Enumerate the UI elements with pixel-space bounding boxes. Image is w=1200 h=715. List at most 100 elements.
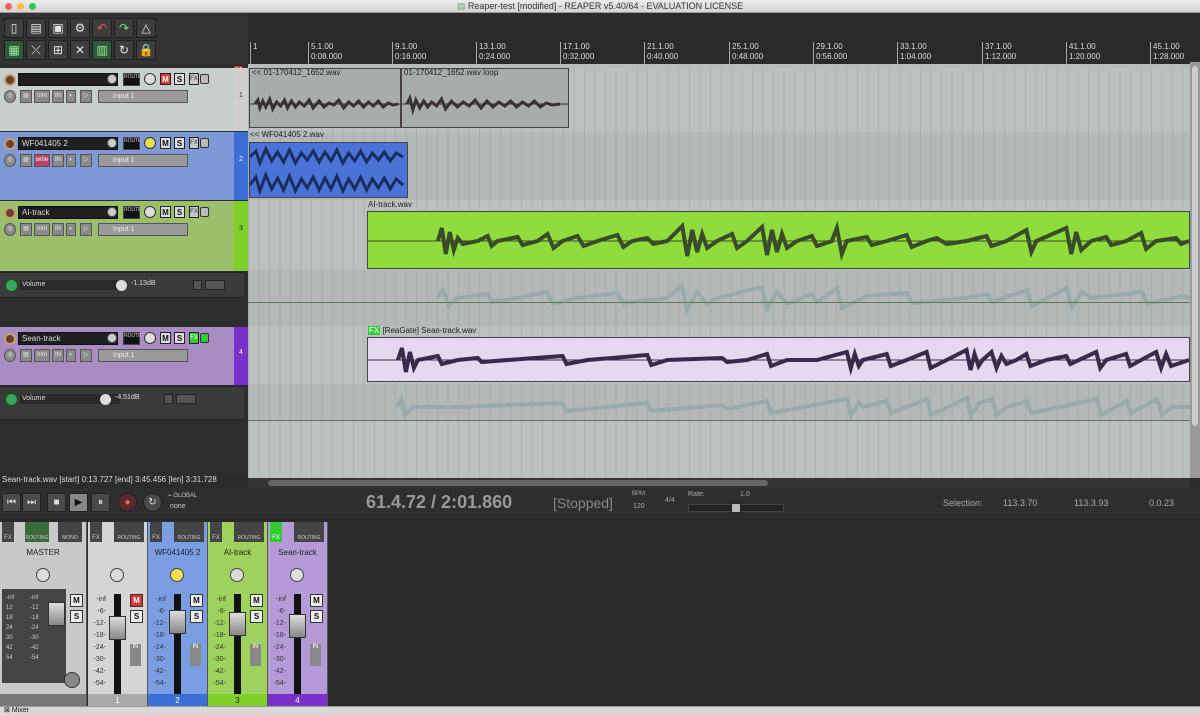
volume-fader[interactable]	[234, 594, 241, 694]
redo-icon[interactable]: ↷	[114, 18, 134, 38]
envelope-active-button[interactable]	[6, 394, 17, 405]
routing-button[interactable]: ROUTING	[25, 522, 49, 542]
timeline-ruler[interactable]: 1 5.1.00 0:08.000 9.1.00 0:16.000 13.1.00 0…	[248, 38, 1200, 64]
undo-icon[interactable]: ↶	[92, 18, 112, 38]
envelope-button[interactable]: ▤	[20, 90, 32, 103]
ripple-icon[interactable]: ⤫	[26, 40, 46, 60]
monitor-arrow-icon[interactable]: ▷	[80, 154, 92, 167]
mute-button[interactable]: M	[70, 594, 83, 607]
selection-end[interactable]: 113.3.93	[1074, 498, 1108, 508]
phase-button[interactable]: ◐	[66, 223, 76, 236]
volume-fader-thumb[interactable]	[109, 616, 126, 640]
fx-button[interactable]: FX	[270, 522, 282, 542]
rate-slider-thumb[interactable]	[731, 503, 741, 513]
volume-fader-thumb[interactable]	[289, 614, 306, 638]
record-arm-button[interactable]	[4, 138, 16, 150]
input-monitor-button[interactable]: IN	[310, 644, 321, 666]
track-name-field[interactable]	[18, 73, 118, 86]
volume-knob[interactable]	[107, 74, 117, 84]
mute-button[interactable]: M	[160, 332, 171, 344]
envelope-line[interactable]	[248, 420, 1190, 421]
gear-icon[interactable]	[64, 672, 80, 688]
play-icon[interactable]: ▶	[69, 493, 88, 512]
media-item[interactable]	[249, 142, 408, 198]
track-1[interactable]: ROUTE M S FX ◎ ▤ trim IN ◐ ▷ Input 1 1	[0, 68, 248, 131]
autocrossfade-icon[interactable]: ✕	[70, 40, 90, 60]
track-3[interactable]: AI-track ROUTE M S FX ◎ ▤ trim IN ◐ ▷ In…	[0, 201, 248, 271]
mute-button[interactable]: M	[250, 594, 263, 607]
pan-knob[interactable]	[36, 568, 50, 582]
volume-knob[interactable]	[107, 333, 117, 343]
save-project-icon[interactable]: ▣	[48, 18, 68, 38]
envelope-knob[interactable]	[100, 394, 111, 405]
mixer-tab[interactable]: ⊠ Mixer	[4, 707, 29, 715]
automation-mode[interactable]: write	[34, 154, 50, 167]
vertical-scrollbar-thumb[interactable]	[1192, 66, 1198, 426]
fx-button[interactable]: FX	[150, 522, 162, 542]
record-arm-button[interactable]	[4, 207, 16, 219]
phase-button[interactable]: ◐	[66, 154, 76, 167]
pan-knob[interactable]	[290, 568, 304, 582]
fx-bypass-button[interactable]	[200, 138, 209, 148]
input-monitor-button[interactable]: IN	[52, 90, 64, 103]
horizontal-scrollbar[interactable]	[248, 478, 1190, 488]
routing-button[interactable]: ROUTING	[114, 522, 144, 542]
item-fx-badge[interactable]: FX	[368, 326, 381, 335]
envelope-button[interactable]: ▤	[20, 223, 32, 236]
envelope-button[interactable]: ▤	[20, 154, 32, 167]
io-button[interactable]: ◎	[4, 154, 16, 167]
phase-button[interactable]: ◐	[66, 90, 76, 103]
loop-icon[interactable]: ↻	[114, 40, 134, 60]
fx-button[interactable]: FX	[210, 522, 222, 542]
bpm-value[interactable]: 120	[633, 503, 645, 510]
grid-icon[interactable]: ▦	[4, 40, 24, 60]
volume-fader-thumb[interactable]	[229, 612, 246, 636]
stop-icon[interactable]: ■	[47, 493, 66, 512]
track-4[interactable]: Sean-track ROUTE M S FX ◎ ▤ trim IN ◐ ▷ …	[0, 327, 248, 385]
input-monitor-button[interactable]: IN	[52, 223, 64, 236]
route-button[interactable]: ROUTE	[123, 137, 142, 150]
global-automation-select[interactable]: none	[170, 503, 186, 510]
phase-button[interactable]: ◐	[66, 349, 76, 362]
media-item[interactable]	[367, 337, 1190, 382]
mixer-strip-3[interactable]: FX ROUTING AI-track -inf -6- -12- -18- -24- -…	[208, 522, 268, 707]
arrange-view[interactable]: 1 5.1.00 0:08.000 9.1.00 0:16.000 13.1.00 0…	[248, 38, 1200, 478]
input-monitor-button[interactable]: IN	[250, 644, 261, 666]
solo-button[interactable]: S	[70, 610, 83, 623]
pan-knob[interactable]	[144, 137, 156, 149]
track-2[interactable]: WF041405 2 ROUTE M S FX ◎ ▤ write IN ◐ ▷…	[0, 132, 248, 200]
horizontal-scrollbar-thumb[interactable]	[268, 480, 768, 486]
input-monitor-button[interactable]: IN	[130, 644, 141, 666]
input-select[interactable]: Input 1	[98, 90, 188, 103]
mute-button[interactable]: M	[310, 594, 323, 607]
route-button[interactable]: ROUTE	[123, 206, 142, 219]
mixer-strip-4[interactable]: FX ROUTING Sean-track -inf -6- -12- -18- -24…	[268, 522, 328, 707]
solo-button[interactable]: S	[250, 610, 263, 623]
solo-button[interactable]: S	[174, 137, 185, 149]
mono-button[interactable]: MONO	[58, 522, 82, 542]
fx-bypass-button[interactable]	[200, 207, 209, 217]
route-button[interactable]: ROUTE	[123, 73, 142, 86]
monitor-arrow-icon[interactable]: ▷	[80, 349, 92, 362]
fx-button[interactable]: FX	[189, 206, 199, 218]
fx-button[interactable]: FX	[189, 137, 199, 149]
volume-fader[interactable]	[114, 594, 121, 694]
pan-knob[interactable]	[170, 568, 184, 582]
snap-icon[interactable]: ⊞	[48, 40, 68, 60]
pan-knob[interactable]	[144, 206, 156, 218]
io-button[interactable]: ◎	[4, 349, 16, 362]
automation-mode[interactable]: trim	[34, 349, 50, 362]
metronome-icon[interactable]: △	[136, 18, 156, 38]
input-select[interactable]: Input 1	[98, 349, 188, 362]
input-select[interactable]: Input 1	[98, 223, 188, 236]
pan-knob[interactable]	[144, 332, 156, 344]
io-button[interactable]: ◎	[4, 90, 16, 103]
monitor-arrow-icon[interactable]: ▷	[80, 90, 92, 103]
volume-knob[interactable]	[107, 207, 117, 217]
selection-start[interactable]: 113.3.70	[1003, 498, 1037, 508]
mute-button[interactable]: M	[190, 594, 203, 607]
envelope-knob[interactable]	[116, 280, 127, 291]
volume-fader-thumb[interactable]	[169, 610, 186, 634]
close-tab-icon[interactable]: ⊠	[4, 707, 10, 714]
envelope-active-button[interactable]	[6, 280, 17, 291]
